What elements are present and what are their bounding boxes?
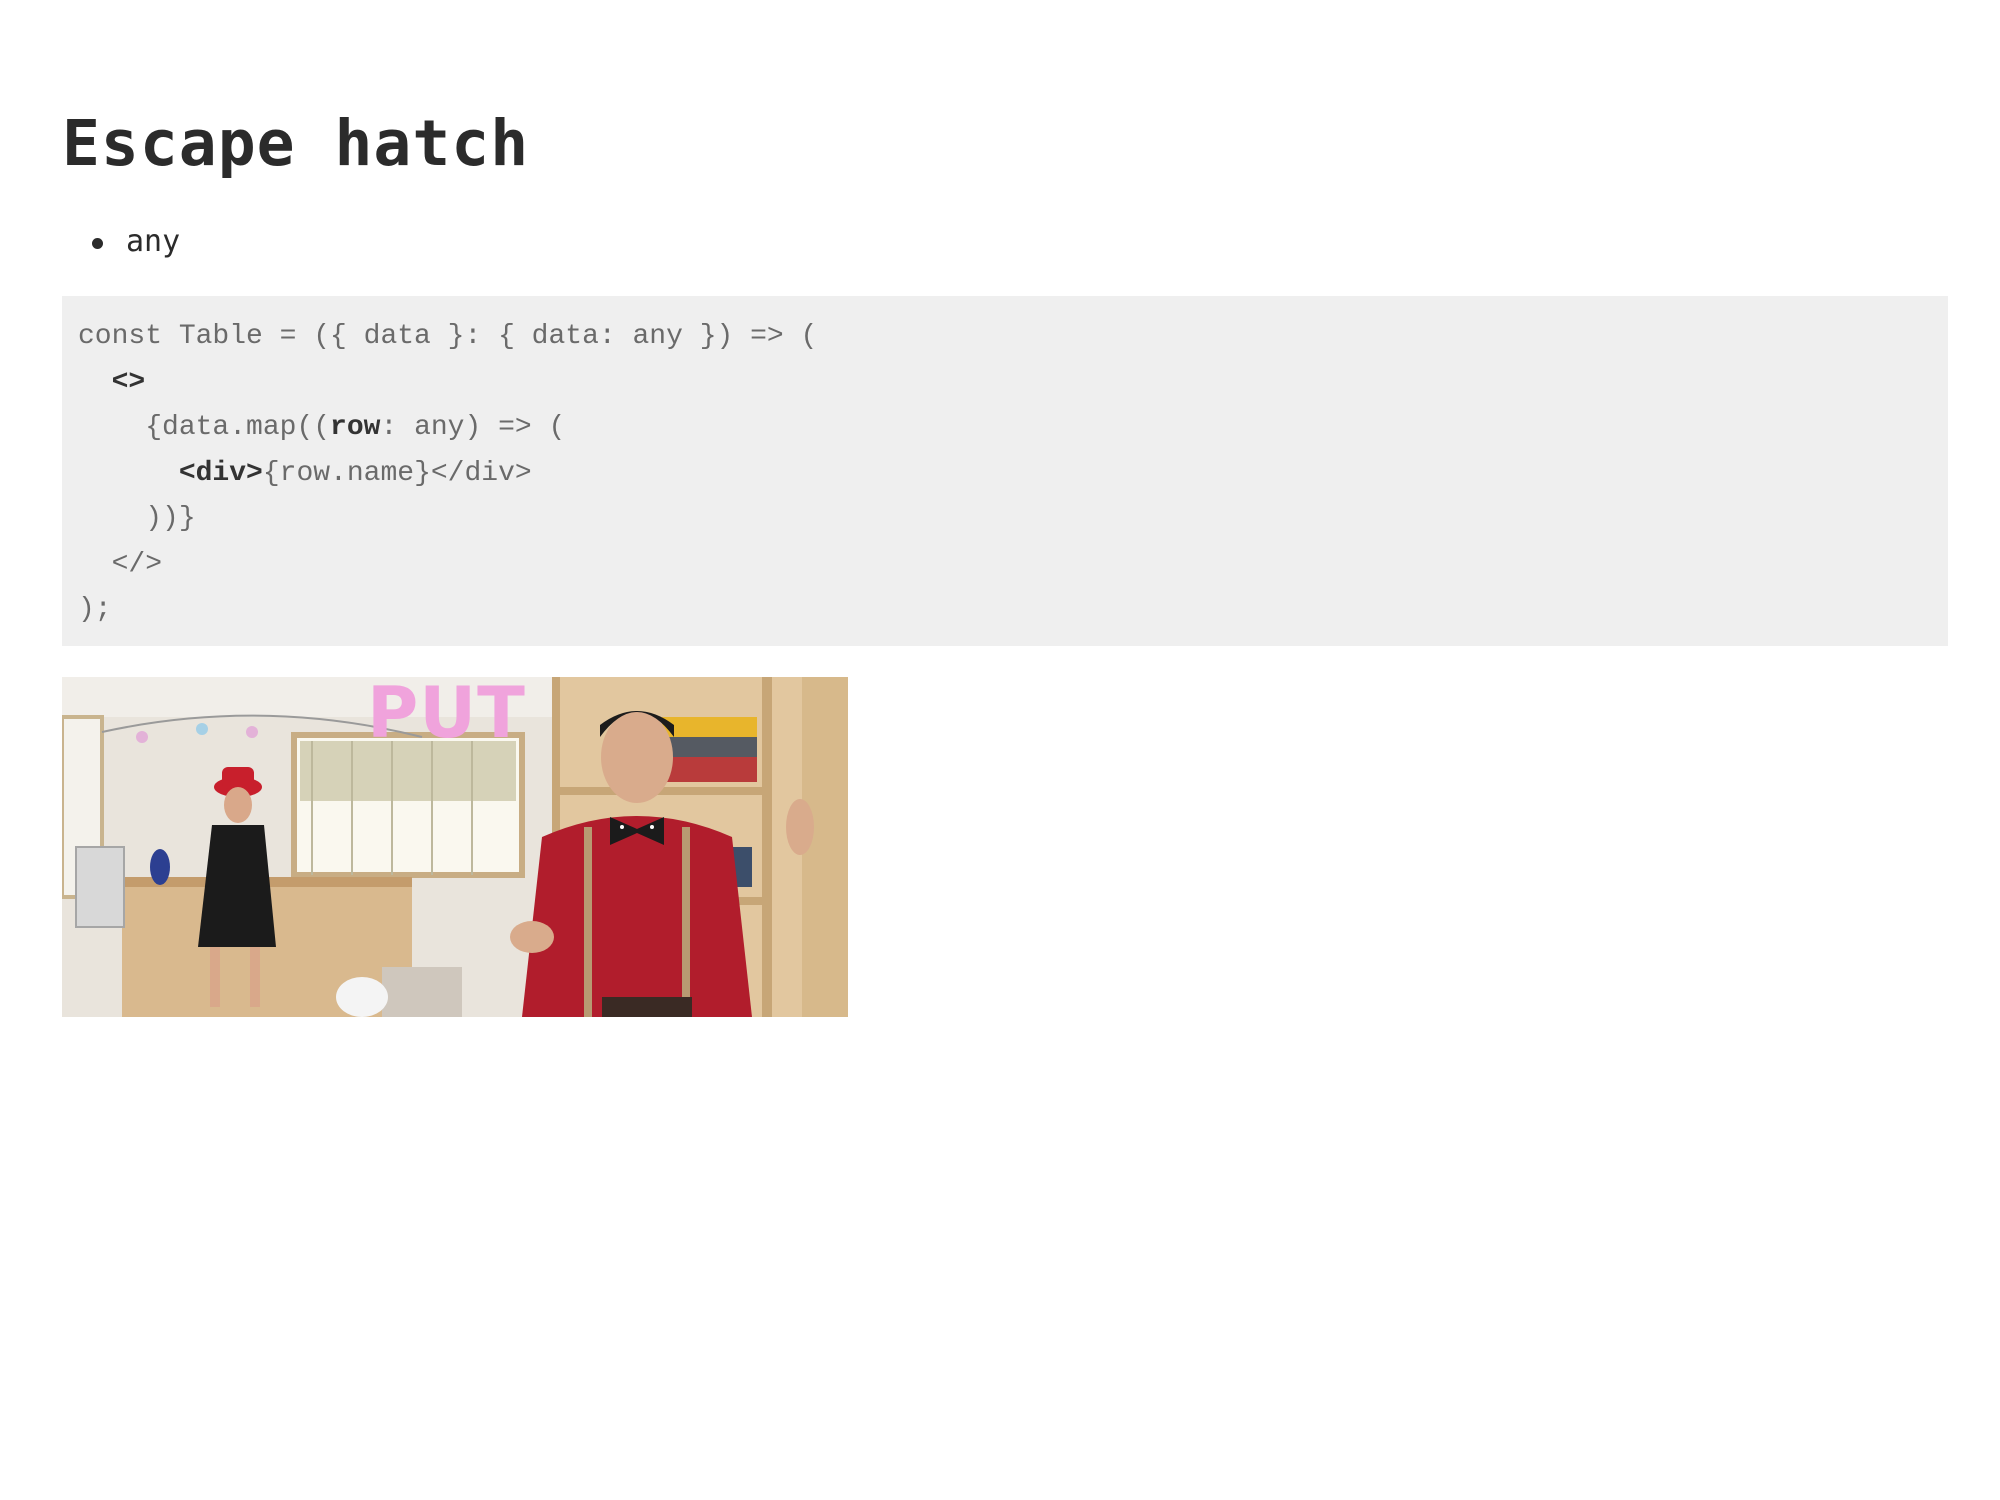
gif-caption: PUT	[367, 677, 526, 754]
bullet-dot-icon	[92, 238, 103, 249]
code-line: </>	[78, 548, 163, 580]
code-block: const Table = ({ data }: { data: any }) …	[62, 296, 1948, 646]
reaction-gif: PUT	[62, 677, 848, 1017]
code-line: const Table = ({ data }: { data: any }) …	[78, 321, 818, 352]
bullet-text: any	[126, 224, 181, 259]
code-line: <div>{row.name}</div>	[178, 457, 532, 489]
code-line: ))}	[78, 503, 196, 534]
page-title: Escape hatch	[62, 107, 530, 180]
bullet-item: any	[62, 220, 180, 264]
bullet-list: any	[62, 220, 180, 264]
code-line: {data.map((row: any) => (	[78, 412, 566, 443]
code-line: <>	[111, 366, 146, 398]
code-line: );	[78, 594, 112, 625]
